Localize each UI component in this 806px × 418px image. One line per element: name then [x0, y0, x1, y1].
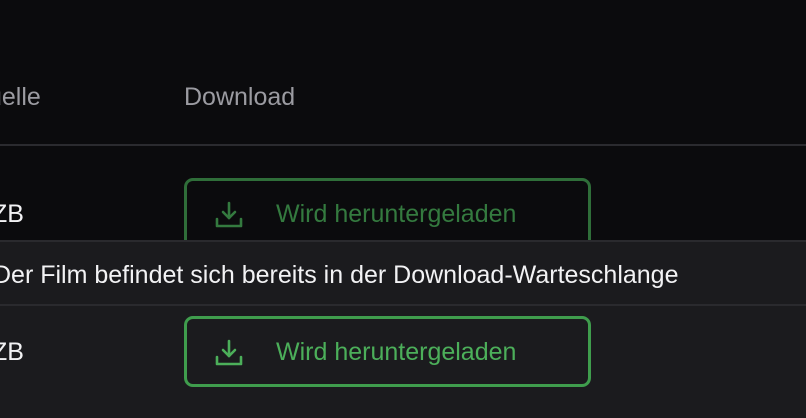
download-button[interactable]: Wird heruntergeladen	[184, 178, 591, 240]
download-icon	[215, 201, 243, 228]
source-cell: ZB	[0, 200, 24, 228]
table-header: uelle Download	[0, 0, 806, 145]
tooltip-text: Der Film befindet sich bereits in der Do…	[0, 261, 679, 289]
download-button[interactable]: Wird heruntergeladen	[184, 316, 591, 387]
download-icon	[215, 339, 243, 366]
column-header-download[interactable]: Download	[184, 82, 295, 112]
tooltip: Der Film befindet sich bereits in der Do…	[0, 240, 806, 306]
download-button-label: Wird heruntergeladen	[276, 200, 517, 228]
download-button-label: Wird heruntergeladen	[276, 338, 517, 366]
download-table: uelle Download ZB Wird heruntergeladen D…	[0, 0, 806, 418]
column-header-source[interactable]: uelle	[0, 82, 41, 112]
table-row: ZB Wird heruntergeladen	[0, 146, 806, 240]
source-cell: ZB	[0, 338, 24, 366]
table-row: ZB Wird heruntergeladen	[0, 306, 806, 418]
